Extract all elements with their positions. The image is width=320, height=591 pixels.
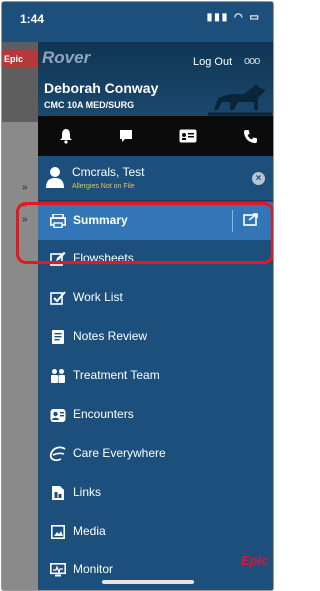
link-icon bbox=[49, 484, 67, 502]
status-time: 1:44 bbox=[20, 12, 45, 26]
menu-item-media[interactable]: Media bbox=[38, 513, 273, 551]
note-icon bbox=[49, 328, 67, 346]
patient-avatar-icon bbox=[46, 167, 64, 188]
menu-item-encounters[interactable]: Encounters bbox=[38, 396, 273, 434]
logout-button[interactable]: Log Out bbox=[193, 56, 232, 68]
menu-item-care-everywhere[interactable]: Care Everywhere bbox=[38, 435, 273, 473]
menu-item-treatment-team[interactable]: Treatment Team bbox=[38, 357, 273, 395]
background-app: Epic » » » bbox=[2, 42, 38, 590]
flowsheets-highlight-box bbox=[16, 202, 273, 264]
team-icon bbox=[49, 367, 67, 385]
navigation-drawer: Rover Log Out ooo Deborah Conway CMC 10A… bbox=[38, 42, 273, 590]
user-name: Deborah Conway bbox=[44, 80, 159, 96]
allergy-status: Allergies Not on File bbox=[72, 183, 135, 190]
menu-item-label: Encounters bbox=[73, 407, 134, 421]
menu-item-work-list[interactable]: Work List bbox=[38, 279, 273, 317]
status-bar: 1:44 ▮▮▮ ◠ ▭ bbox=[2, 2, 273, 42]
background-epic-bar: Epic bbox=[2, 50, 38, 68]
quick-actions-toolbar bbox=[38, 116, 273, 156]
encounters-icon bbox=[49, 406, 67, 424]
department-label: CMC 10A MED/SURG bbox=[44, 100, 135, 110]
menu-item-label: Treatment Team bbox=[73, 368, 160, 382]
home-indicator[interactable] bbox=[102, 580, 194, 584]
menu-item-label: Links bbox=[73, 485, 102, 499]
menu-item-label: Care Everywhere bbox=[73, 446, 166, 460]
id-card-icon[interactable] bbox=[174, 122, 202, 150]
dog-silhouette-icon bbox=[208, 84, 272, 116]
status-icons: ▮▮▮ ◠ ▭ bbox=[206, 12, 261, 23]
more-options-button[interactable]: ooo bbox=[244, 55, 260, 67]
phone-icon[interactable] bbox=[236, 122, 264, 150]
close-patient-icon[interactable]: × bbox=[252, 172, 265, 185]
rover-logo: Rover bbox=[42, 48, 91, 67]
patient-name: Cmcrals, Test bbox=[72, 165, 145, 179]
patient-banner[interactable]: Cmcrals, Test Allergies Not on File × bbox=[38, 158, 273, 201]
phone-screen: 1:44 ▮▮▮ ◠ ▭ Epic » » » Rover Log Out oo… bbox=[1, 1, 274, 591]
menu-item-links[interactable]: Links bbox=[38, 474, 273, 512]
background-column bbox=[2, 122, 38, 590]
chat-icon[interactable] bbox=[112, 122, 140, 150]
drawer-header: Rover Log Out ooo Deborah Conway CMC 10A… bbox=[38, 42, 273, 116]
checkbox-icon bbox=[49, 289, 67, 307]
bell-icon[interactable] bbox=[52, 122, 80, 150]
image-icon bbox=[49, 523, 67, 541]
menu-item-notes-review[interactable]: Notes Review bbox=[38, 318, 273, 356]
chevron-down-icon: » bbox=[22, 182, 28, 193]
menu-item-label: Work List bbox=[73, 290, 123, 304]
care-everywhere-icon bbox=[49, 445, 67, 463]
menu-item-label: Notes Review bbox=[73, 329, 148, 343]
monitor-icon bbox=[49, 561, 67, 579]
menu-item-label: Monitor bbox=[73, 562, 114, 576]
menu-item-label: Media bbox=[73, 524, 106, 538]
